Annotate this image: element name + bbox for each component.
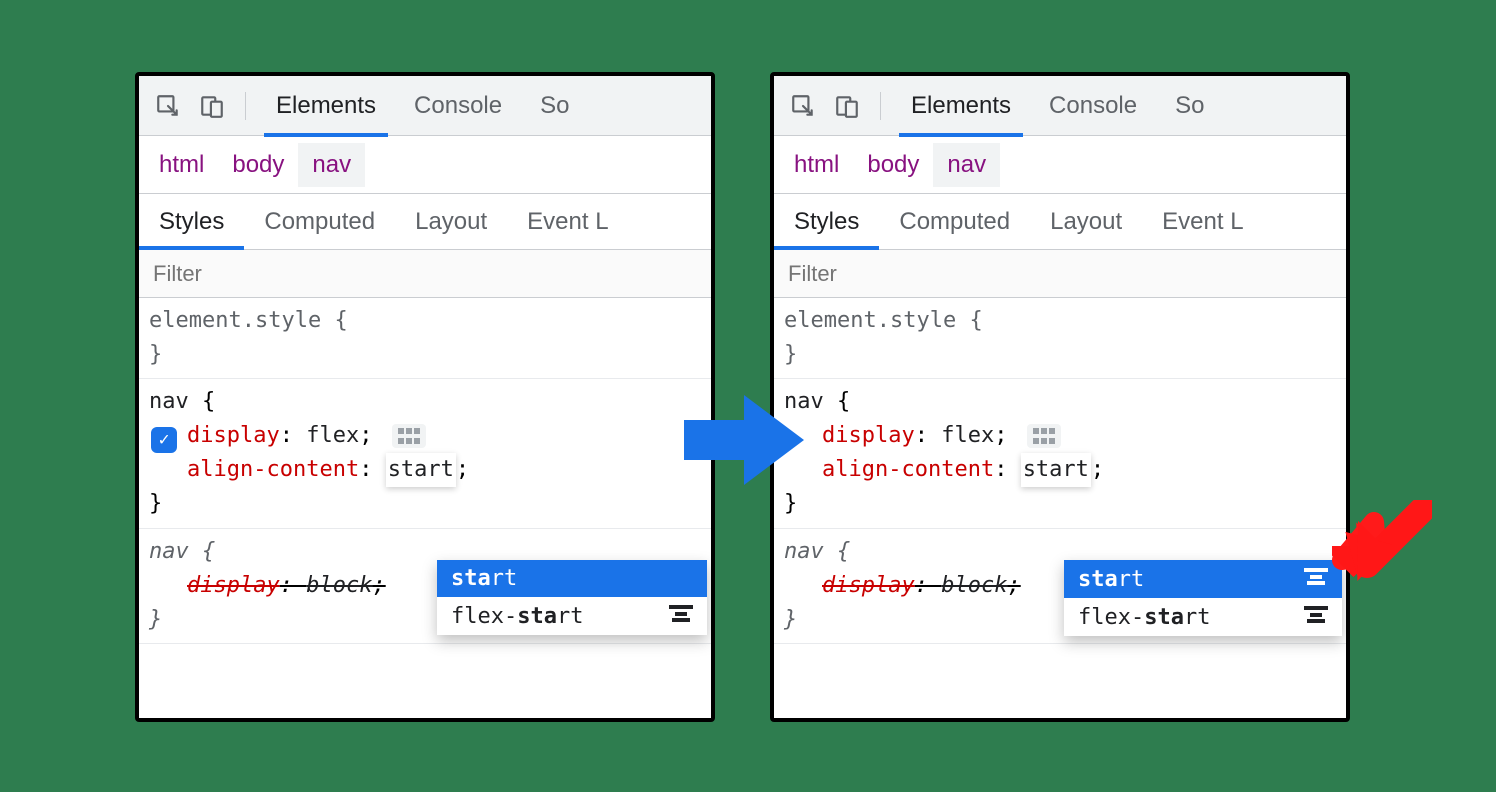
crumb-html[interactable]: html — [780, 143, 853, 187]
align-preview-icon — [1302, 604, 1330, 630]
selector: nav — [149, 539, 189, 564]
crumb-body[interactable]: body — [853, 143, 933, 187]
selector: element.style — [784, 308, 956, 333]
autocomplete-item-start[interactable]: start — [1064, 560, 1342, 598]
autocomplete-item-start[interactable]: start — [437, 560, 707, 597]
devtools-toolbar: Elements Console So — [139, 76, 711, 136]
tab-elements[interactable]: Elements — [264, 76, 388, 136]
crumb-nav[interactable]: nav — [933, 143, 1000, 187]
flex-editor-icon[interactable] — [392, 424, 426, 448]
property-display[interactable]: display: flex; — [149, 419, 701, 453]
device-toggle-icon[interactable] — [832, 91, 862, 121]
styles-filter — [774, 250, 1346, 298]
rule-element-style[interactable]: element.style { } — [139, 298, 711, 379]
rule-nav[interactable]: nav { display: flex; align-co — [774, 379, 1346, 528]
filter-input[interactable] — [153, 261, 697, 287]
callout-arrow-icon — [1332, 500, 1432, 600]
crumb-nav[interactable]: nav — [298, 143, 365, 187]
property-checkbox[interactable] — [151, 422, 177, 448]
devtools-toolbar: Elements Console So — [774, 76, 1346, 136]
subtab-event-listeners-truncated[interactable]: Event L — [1142, 194, 1263, 249]
selector: nav — [149, 389, 189, 414]
devtools-panel-before: Elements Console So html body nav Styles… — [135, 72, 715, 722]
inspect-icon[interactable] — [153, 91, 183, 121]
subtab-computed[interactable]: Computed — [244, 194, 395, 249]
breadcrumb: html body nav — [774, 136, 1346, 194]
autocomplete-popup: start flex-start — [1064, 560, 1342, 636]
subtab-layout[interactable]: Layout — [1030, 194, 1142, 249]
styles-filter — [139, 250, 711, 298]
toolbar-divider — [245, 92, 246, 120]
subtab-event-listeners-truncated[interactable]: Event L — [507, 194, 628, 249]
property-display[interactable]: display: flex; — [784, 419, 1336, 453]
property-align-content[interactable]: align-content: start; — [149, 453, 701, 487]
device-toggle-icon[interactable] — [197, 91, 227, 121]
breadcrumb: html body nav — [139, 136, 711, 194]
subtab-layout[interactable]: Layout — [395, 194, 507, 249]
tab-sources-truncated[interactable]: So — [1163, 76, 1216, 136]
align-preview-icon — [1302, 566, 1330, 592]
crumb-html[interactable]: html — [145, 143, 218, 187]
subtab-styles[interactable]: Styles — [774, 194, 879, 249]
crumb-body[interactable]: body — [218, 143, 298, 187]
devtools-panel-after: Elements Console So html body nav Styles… — [770, 72, 1350, 722]
rule-nav[interactable]: nav { display: flex; — [139, 379, 711, 528]
inspect-icon[interactable] — [788, 91, 818, 121]
styles-subtabs: Styles Computed Layout Event L — [139, 194, 711, 250]
selector: element.style — [149, 308, 321, 333]
filter-input[interactable] — [788, 261, 1332, 287]
styles-subtabs: Styles Computed Layout Event L — [774, 194, 1346, 250]
subtab-styles[interactable]: Styles — [139, 194, 244, 249]
transition-arrow-icon — [684, 390, 804, 490]
rule-element-style[interactable]: element.style { } — [774, 298, 1346, 379]
autocomplete-popup: start flex-start — [437, 560, 707, 635]
toolbar-divider — [880, 92, 881, 120]
selector: nav — [784, 539, 824, 564]
flex-editor-icon[interactable] — [1027, 424, 1061, 448]
tab-sources-truncated[interactable]: So — [528, 76, 581, 136]
tab-elements[interactable]: Elements — [899, 76, 1023, 136]
property-align-content[interactable]: align-content: start; — [784, 453, 1336, 487]
subtab-computed[interactable]: Computed — [879, 194, 1030, 249]
autocomplete-item-flex-start[interactable]: flex-start — [1064, 598, 1342, 636]
tab-console[interactable]: Console — [402, 76, 514, 136]
align-preview-icon — [667, 603, 695, 629]
autocomplete-item-flex-start[interactable]: flex-start — [437, 597, 707, 635]
tab-console[interactable]: Console — [1037, 76, 1149, 136]
